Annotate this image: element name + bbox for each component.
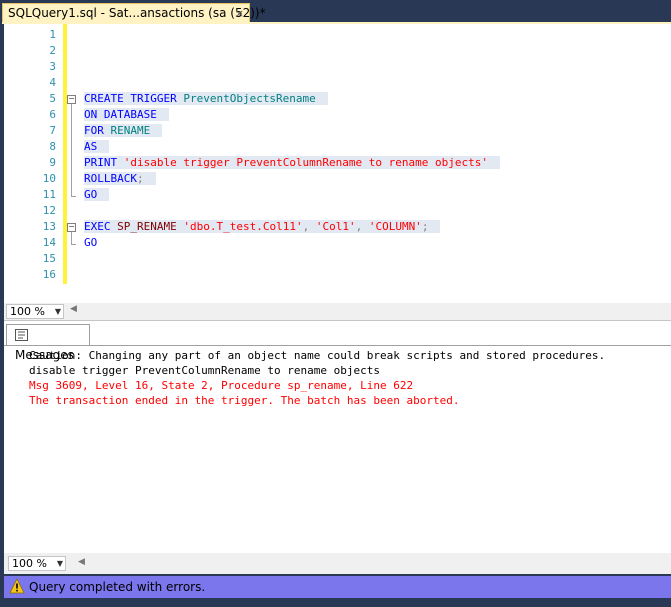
error-line: The transaction ended in the trigger. Th… (29, 394, 460, 407)
trigger-name: PreventObjectsRename (183, 92, 316, 105)
keyword: ROLLBACK (84, 172, 137, 185)
line-number: 12 (42, 204, 56, 217)
line-number: 13 (42, 220, 56, 233)
query-tab-title: SQLQuery1.sql - Sat...ansactions (sa (52… (8, 6, 266, 20)
string-literal: 'Col1' (315, 220, 356, 233)
line-number: 10 (42, 172, 56, 185)
fold-guide-end (71, 196, 76, 197)
line-number: 6 (49, 108, 56, 121)
status-bar: Query completed with errors. (4, 576, 671, 598)
line-number: 14 (42, 236, 56, 249)
message-line: disable trigger PreventColumnRename to r… (29, 364, 380, 377)
messages-icon (15, 329, 28, 341)
collapse-region-icon[interactable]: − (67, 223, 76, 232)
code-line-8: AS (84, 139, 110, 155)
string-literal: 'dbo.T_test.Col11' (183, 220, 303, 233)
code-line-9: PRINT 'disable trigger PreventColumnRena… (84, 155, 500, 171)
change-tracking-margin (63, 24, 67, 284)
code-line-7: FOR RENAME (84, 123, 163, 139)
code-line-11: GO (84, 187, 110, 203)
keyword: EXEC (84, 220, 111, 233)
keyword: FOR (84, 124, 104, 137)
editor-zoom-bar: 100 % ▼ ◀ (4, 303, 671, 320)
scroll-left-icon[interactable]: ◀ (70, 304, 77, 314)
semicolon: ; (421, 220, 429, 233)
line-number: 1 (49, 28, 56, 41)
code-line-10: ROLLBACK; (84, 171, 156, 187)
code-line-5: CREATE TRIGGER PreventObjectsRename (84, 91, 328, 107)
line-number: 11 (42, 188, 56, 201)
error-line: Msg 3609, Level 16, State 2, Procedure s… (29, 379, 414, 392)
line-number: 16 (42, 268, 56, 281)
message-line: Caution: Changing any part of an object … (29, 349, 606, 362)
line-number: 7 (49, 124, 56, 137)
editor-zoom-select[interactable]: 100 % ▼ (6, 304, 64, 319)
line-number: 2 (49, 44, 56, 57)
line-number: 4 (49, 76, 56, 89)
line-number: 9 (49, 156, 56, 169)
tab-strip-divider (4, 345, 671, 346)
fold-guide (71, 232, 72, 244)
semicolon: ; (136, 172, 144, 185)
event-name: RENAME (110, 124, 151, 137)
keyword: GO (84, 236, 98, 249)
chevron-down-icon[interactable]: ▼ (57, 557, 63, 570)
tab-messages[interactable]: Messages (6, 324, 90, 362)
string-literal: 'COLUMN' (368, 220, 422, 233)
code-line-6: ON DATABASE (84, 107, 169, 123)
query-tab[interactable]: SQLQuery1.sql - Sat...ansactions (sa (52… (2, 3, 266, 23)
line-number: 5 (49, 92, 56, 105)
code-line-13: EXEC SP_RENAME 'dbo.T_test.Col11', 'Col1… (84, 219, 441, 235)
results-zoom-bar: 100 % ▼ ◀ (4, 553, 671, 574)
comma: , (302, 220, 310, 233)
status-text: Query completed with errors. (29, 580, 206, 594)
keyword: CREATE TRIGGER (84, 92, 177, 105)
results-pane: Messages Caution: Changing any part of a… (4, 320, 671, 554)
zoom-value: 100 % (12, 557, 47, 570)
fold-guide (71, 104, 72, 196)
code-line-14: GO (84, 235, 97, 251)
keyword: ON DATABASE (84, 108, 157, 121)
warning-icon (9, 578, 25, 594)
scroll-left-icon[interactable]: ◀ (78, 557, 85, 567)
results-zoom-select[interactable]: 100 % ▼ (8, 556, 66, 571)
sql-editor[interactable]: 1 2 3 4 5 6 7 8 9 10 11 12 13 14 15 16 −… (4, 24, 671, 303)
collapse-region-icon[interactable]: − (67, 95, 76, 104)
procedure-name: SP_RENAME (117, 220, 177, 233)
keyword: AS (84, 140, 98, 153)
fold-guide-end (71, 244, 76, 245)
close-tab-icon[interactable]: × (235, 4, 244, 23)
chevron-down-icon[interactable]: ▼ (55, 305, 61, 318)
line-number: 15 (42, 252, 56, 265)
keyword: PRINT (84, 156, 118, 169)
zoom-value: 100 % (10, 305, 45, 318)
comma: , (355, 220, 363, 233)
line-number: 8 (49, 140, 56, 153)
string-literal: 'disable trigger PreventColumnRename to … (123, 156, 488, 169)
line-number: 3 (49, 60, 56, 73)
keyword: GO (84, 188, 98, 201)
